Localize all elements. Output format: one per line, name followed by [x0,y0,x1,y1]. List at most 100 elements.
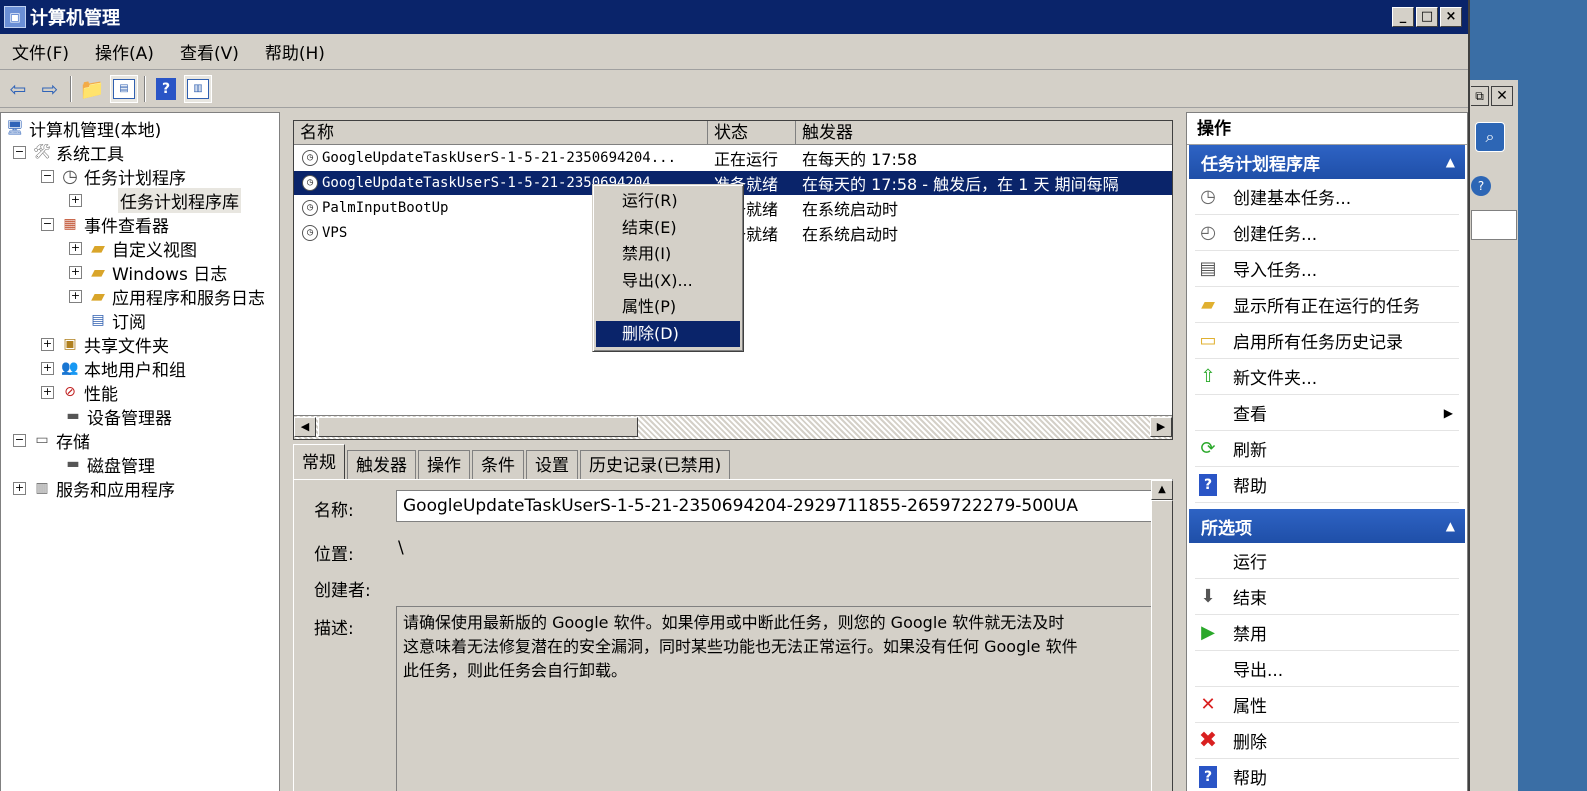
tree-item-subscriptions[interactable]: ▤ 订阅 [88,308,146,333]
maximize-button[interactable]: □ [1416,7,1438,27]
tree-item-system-tools[interactable]: − 🛠 系统工具 [13,140,124,165]
tree-item-shared-folders[interactable]: + ▣ 共享文件夹 [41,332,169,357]
action-export[interactable]: 导出... [1195,651,1459,687]
forward-arrow-icon[interactable]: ⇨ [36,75,64,103]
tree-item-device-manager[interactable]: ▬ 设备管理器 [63,404,172,429]
action-run[interactable]: 运行 [1195,543,1459,579]
collapse-toggle[interactable]: − [41,217,54,231]
action-create-basic-task[interactable]: ◷ 创建基本任务... [1195,179,1459,215]
tree-item-local-users-groups[interactable]: + 👥 本地用户和组 [41,356,186,381]
menu-help[interactable]: 帮助(H) [265,39,325,64]
collapse-toggle[interactable]: − [13,433,26,447]
expand-toggle[interactable]: + [69,241,82,255]
context-menu-end[interactable]: 结束(E) [596,215,740,242]
menu-file[interactable]: 文件(F) [12,39,69,64]
action-create-task[interactable]: ◴ 创建任务... [1195,215,1459,251]
tab-triggers[interactable]: 触发器 [347,450,416,480]
tree-item-performance[interactable]: + ⊘ 性能 [41,380,118,405]
tab-conditions[interactable]: 条件 [472,450,524,480]
tree-item-computer-management[interactable]: 🖥 计算机管理(本地) [5,116,161,141]
scroll-right-icon[interactable]: ▶ [1150,417,1172,437]
action-view[interactable]: 查看 ▶ [1195,395,1459,431]
tree-item-services-apps[interactable]: + ▥ 服务和应用程序 [13,476,175,501]
context-menu-export[interactable]: 导出(X)... [596,268,740,295]
tab-general[interactable]: 常规 [293,444,345,480]
context-menu-properties[interactable]: 属性(P) [596,294,740,321]
context-menu-disable[interactable]: 禁用(I) [596,241,740,268]
background-window-restore-button[interactable]: ⧉ [1471,86,1489,106]
author-label: 创建者: [314,581,371,601]
expand-toggle[interactable]: + [69,289,82,303]
expand-toggle[interactable]: + [69,265,82,279]
back-arrow-icon[interactable]: ⇦ [4,75,32,103]
table-row[interactable]: ◷ GoogleUpdateTaskUserS-1-5-21-2350694204… [294,146,1172,170]
title-bar[interactable]: ▣ 计算机管理 _ □ × [0,0,1468,34]
action-import-task[interactable]: ▤ 导入任务... [1195,251,1459,287]
show-hide-action-pane-button[interactable]: ▥ [184,74,212,103]
action-enable-history[interactable]: ▭ 启用所有任务历史记录 [1195,323,1459,359]
background-window-close-button[interactable]: ✕ [1491,86,1513,106]
expand-toggle[interactable]: + [69,193,82,207]
column-header-trigger[interactable]: 触发器 [796,121,1172,144]
context-menu-run[interactable]: 运行(R) [596,188,740,215]
vertical-scrollbar[interactable]: ▲ [1151,480,1173,791]
help-button[interactable]: ? [152,75,180,103]
tree-item-storage[interactable]: − ▭ 存储 [13,428,90,453]
action-help[interactable]: ? 帮助 [1195,467,1459,503]
tree-item-task-scheduler-library[interactable]: + 任务计划程序库 [69,187,241,213]
action-new-folder[interactable]: ⇧ 新文件夹... [1195,359,1459,395]
shared-folder-icon: ▣ [63,336,77,352]
task-name-field[interactable]: GoogleUpdateTaskUserS-1-5-21-2350694204-… [396,490,1156,522]
actions-group-task-library[interactable]: 任务计划程序库 ▲ [1189,145,1465,179]
collapse-up-icon[interactable]: ▲ [1446,155,1455,169]
scrollbar-thumb[interactable] [1151,500,1173,791]
expand-toggle[interactable]: + [41,337,54,351]
tree-item-task-scheduler[interactable]: − ◷ 任务计划程序 [41,164,186,189]
minimize-button[interactable]: _ [1392,7,1414,27]
action-disable[interactable]: ▶ 禁用 [1195,615,1459,651]
computer-management-window: ▣ 计算机管理 _ □ × 文件(F) 操作(A) 查看(V) 帮助(H) ⇦ … [0,0,1470,791]
tab-history[interactable]: 历史记录(已禁用) [580,450,731,480]
action-refresh[interactable]: ⟳ 刷新 [1195,431,1459,467]
action-properties[interactable]: ✕ 属性 [1195,687,1459,723]
tree-item-windows-logs[interactable]: + ▰ Windows 日志 [69,260,227,285]
column-header-name[interactable]: 名称 [294,121,708,144]
action-delete[interactable]: ✖ 删除 [1195,723,1459,759]
console-tree: 🖥 计算机管理(本地) − 🛠 系统工具 − ◷ 任务计划程序 + 任务计划程序… [0,112,280,791]
action-show-running-tasks[interactable]: ▰ 显示所有正在运行的任务 [1195,287,1459,323]
expand-toggle[interactable]: + [41,385,54,399]
column-header-status[interactable]: 状态 [708,121,796,144]
close-button[interactable]: × [1440,7,1462,27]
description-label: 描述: [314,619,354,639]
menu-action[interactable]: 操作(A) [95,39,154,64]
actions-group-selected-item[interactable]: 所选项 ▲ [1189,509,1465,543]
tree-item-app-service-logs[interactable]: + ▰ 应用程序和服务日志 [69,284,265,309]
expand-toggle[interactable]: + [13,481,26,495]
scroll-left-icon[interactable]: ◀ [294,417,316,437]
tree-item-event-viewer[interactable]: − ▦ 事件查看器 [41,212,169,237]
help-icon[interactable]: ? [1471,176,1491,196]
action-help-selected[interactable]: ? 帮助 [1195,759,1459,791]
search-icon[interactable]: ⌕ [1475,122,1505,152]
task-trigger: 在每天的 17:58 - 触发后，在 1 天 期间每隔 [802,175,1119,194]
tab-actions[interactable]: 操作 [418,450,470,480]
tree-item-custom-views[interactable]: + ▰ 自定义视图 [69,236,197,261]
expand-toggle[interactable]: + [41,361,54,375]
collapse-toggle[interactable]: − [41,169,54,183]
context-menu-delete[interactable]: 删除(D) [596,320,740,347]
scrollbar-thumb[interactable] [318,417,638,437]
action-label: 帮助 [1233,769,1267,789]
collapse-toggle[interactable]: − [13,145,26,159]
description-field[interactable]: 请确保使用最新版的 Google 软件。如果停用或中断此任务，则您的 Googl… [396,606,1156,791]
collapse-up-icon[interactable]: ▲ [1446,519,1455,533]
horizontal-scrollbar[interactable]: ◀ ▶ [294,415,1172,439]
scroll-up-icon[interactable]: ▲ [1151,480,1173,500]
menu-view[interactable]: 查看(V) [180,39,239,64]
show-hide-tree-button[interactable]: ▤ [110,74,138,103]
action-label: 属性 [1233,697,1267,717]
tree-item-disk-management[interactable]: ▬ 磁盘管理 [63,452,155,477]
background-window-field[interactable] [1471,210,1517,240]
up-folder-icon[interactable]: 📁 [78,75,106,103]
action-end[interactable]: ⬇ 结束 [1195,579,1459,615]
tab-settings[interactable]: 设置 [526,450,578,480]
